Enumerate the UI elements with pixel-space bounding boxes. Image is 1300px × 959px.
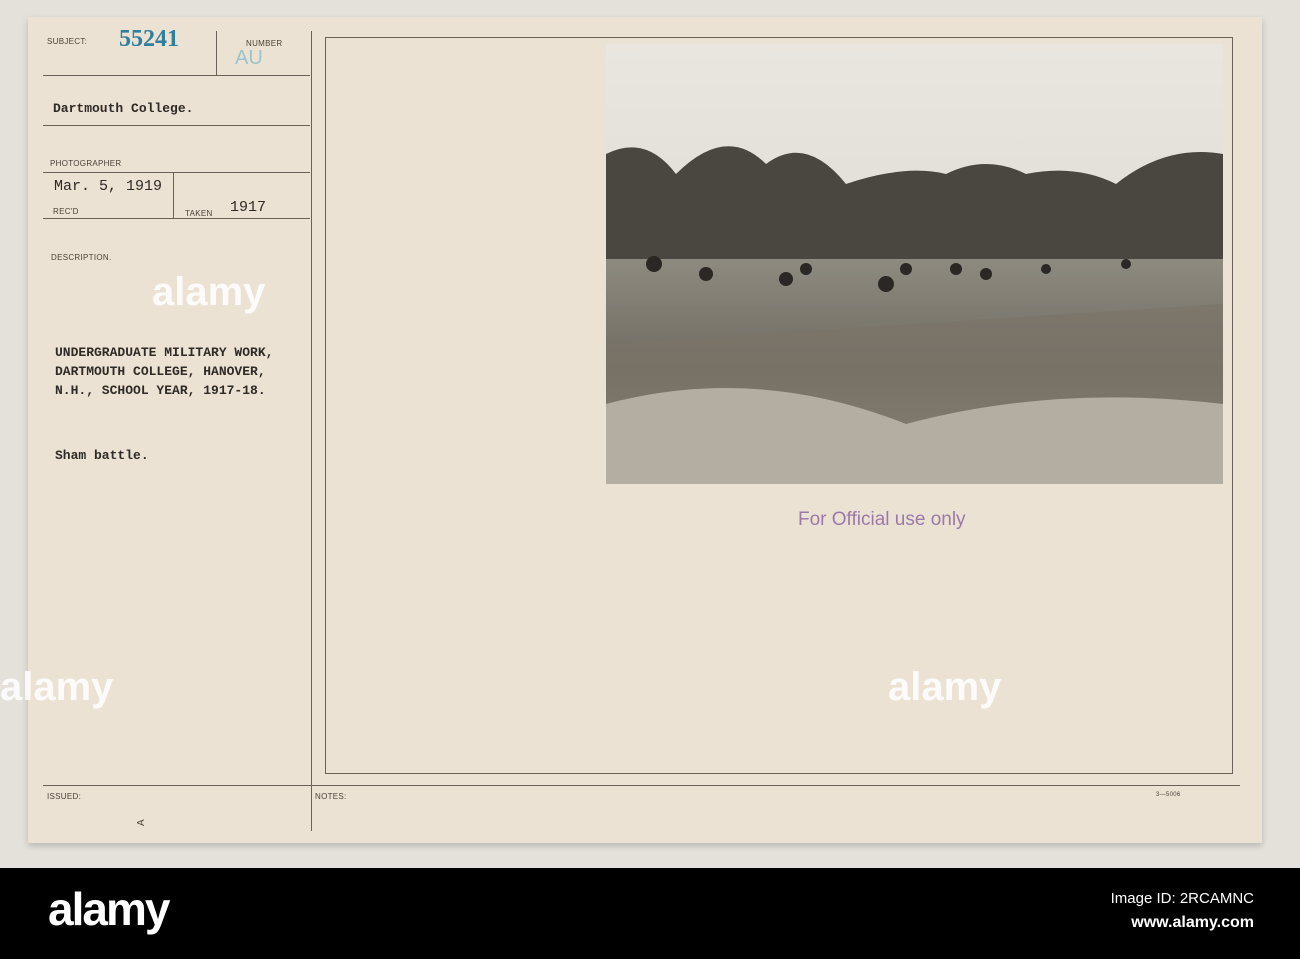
form-code: 3—5006 (1156, 792, 1181, 798)
issued-label: ISSUED: (47, 792, 82, 801)
watermark: alamy (152, 270, 266, 314)
description-line: DARTMOUTH COLLEGE, HANOVER, (55, 364, 266, 379)
taken-year: 1917 (230, 199, 267, 216)
caption: Sham battle. (55, 448, 149, 463)
watermark: alamy (888, 665, 1002, 709)
description: UNDERGRADUATE MILITARY WORK, DARTMOUTH C… (55, 343, 273, 400)
description-line: UNDERGRADUATE MILITARY WORK, (55, 345, 274, 360)
description-line: N.H., SCHOOL YEAR, 1917-18. (55, 383, 266, 398)
image-id: Image ID: 2RCAMNC (1110, 890, 1254, 907)
issued-mark: A (135, 819, 147, 826)
subject-text: Dartmouth College. (53, 101, 194, 116)
subject-label: SUBJECT: (47, 37, 88, 46)
number-value: AU (235, 47, 263, 69)
received-date: Mar. 5, 1919 (54, 178, 163, 195)
watermark: alamy (0, 665, 114, 709)
footer-bar: alamy Image ID: 2RCAMNC www.alamy.com (0, 868, 1300, 959)
official-use-stamp: For Official use only (798, 509, 966, 530)
alamy-logo: alamy (48, 883, 170, 935)
archive-card: SUBJECT: 55241 NUMBER AU Dartmouth Colle… (28, 17, 1262, 843)
photographer-label: PHOTOGRAPHER (50, 159, 122, 168)
subject-number: 55241 (119, 26, 179, 52)
recd-label: REC'D (53, 207, 79, 216)
description-label: DESCRIPTION. (51, 253, 112, 262)
taken-label: TAKEN (185, 209, 213, 218)
alamy-url[interactable]: www.alamy.com (1131, 914, 1254, 932)
sham-battle-photo (606, 44, 1223, 484)
notes-label: NOTES: (315, 792, 347, 801)
